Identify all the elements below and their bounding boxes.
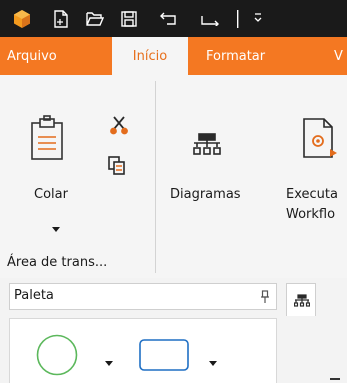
tab-inicio[interactable]: Início: [112, 37, 188, 75]
run-workflow-icon: [300, 117, 338, 167]
run-workflow-label-1: Executa: [286, 187, 338, 202]
run-workflow-button[interactable]: Executa: [286, 187, 338, 202]
diagrams-label: Diagramas: [170, 187, 241, 202]
clipboard-group-label: Área de trans...: [7, 255, 107, 270]
canvas-edge-mark: [330, 378, 340, 380]
paste-label: Colar: [34, 187, 68, 202]
new-document-icon[interactable]: [48, 0, 74, 37]
title-bar: [0, 0, 347, 37]
paste-dropdown-icon[interactable]: [52, 218, 60, 237]
customize-toolbar-icon[interactable]: [250, 0, 266, 37]
redo-icon[interactable]: [196, 0, 226, 37]
rectangle-shape-icon[interactable]: [139, 339, 191, 377]
paste-icon: [28, 115, 68, 161]
copy-icon[interactable]: [108, 156, 126, 180]
run-workflow-label-2: Workflo: [286, 207, 336, 222]
rectangle-shape-dropdown-icon[interactable]: [209, 352, 217, 371]
tab-more[interactable]: V: [334, 37, 343, 75]
palette-title: Paleta: [14, 288, 54, 303]
group-divider: [155, 81, 156, 273]
tab-more-label: V: [334, 48, 343, 64]
tab-arquivo-label: Arquivo: [7, 48, 57, 64]
palette-header: Paleta: [9, 283, 277, 310]
undo-icon[interactable]: [154, 0, 184, 37]
app-logo-icon: [11, 0, 33, 37]
toolbar-divider: [233, 0, 243, 37]
clipboard-group-text: Área de trans...: [7, 255, 108, 270]
tab-formatar-label: Formatar: [206, 48, 266, 64]
ribbon: Colar Área de trans... Diagramas Executa…: [0, 75, 347, 279]
paste-button[interactable]: Colar: [34, 187, 68, 202]
open-folder-icon[interactable]: [82, 0, 108, 37]
tab-arquivo[interactable]: Arquivo: [7, 37, 57, 75]
scissors-icon[interactable]: [110, 115, 128, 139]
tab-inicio-label: Início: [132, 48, 168, 64]
diagram-tab-icon: [293, 293, 311, 312]
diagram-hierarchy-icon: [193, 133, 221, 161]
circle-shape-icon[interactable]: [36, 334, 78, 380]
diagram-view-tab[interactable]: [286, 283, 316, 316]
tab-formatar[interactable]: Formatar: [206, 37, 265, 75]
save-icon[interactable]: [116, 0, 142, 37]
pin-icon[interactable]: [260, 289, 270, 308]
circle-shape-dropdown-icon[interactable]: [105, 352, 113, 371]
palette-shapes: [9, 318, 277, 383]
diagrams-button[interactable]: Diagramas: [170, 187, 241, 202]
